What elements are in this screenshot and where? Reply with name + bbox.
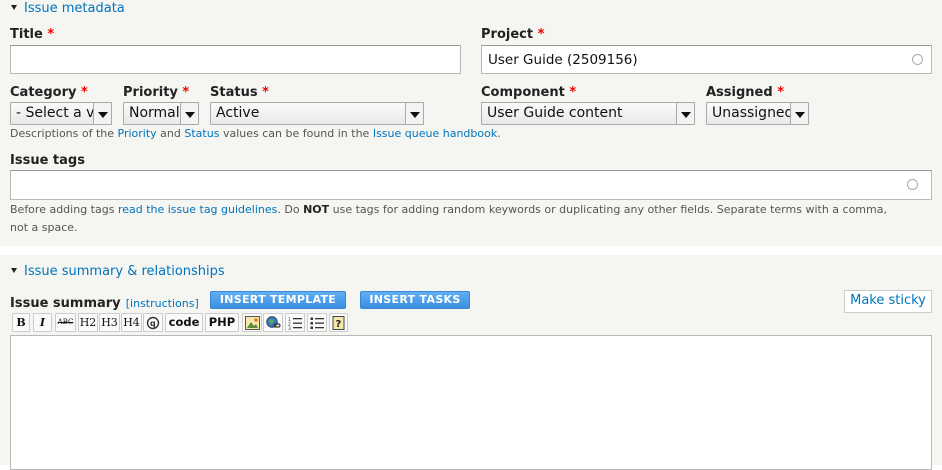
issue-summary-legend[interactable]: Issue summary & relationships: [11, 264, 225, 279]
status-select[interactable]: Active: [210, 102, 424, 125]
chevron-down-icon: [93, 103, 111, 124]
category-label: Category *: [10, 85, 88, 100]
title-label: Title *: [10, 27, 55, 42]
issue-metadata-legend[interactable]: Issue metadata: [11, 1, 125, 16]
bullet-list-icon: [310, 317, 324, 329]
assigned-select[interactable]: Unassigned: [706, 102, 809, 125]
autocomplete-throbber-icon: [907, 179, 918, 190]
ordered-list-button[interactable]: 1 2 3: [285, 313, 305, 332]
status-label: Status *: [210, 85, 269, 100]
priority-status-description: Descriptions of the Priority and Status …: [10, 127, 501, 140]
svg-text:q: q: [150, 319, 156, 328]
component-select[interactable]: User Guide content: [481, 102, 695, 125]
issue-tags-label: Issue tags: [10, 153, 85, 168]
insert-tasks-button[interactable]: INSERT TASKS: [360, 291, 470, 309]
chevron-down-icon: [676, 103, 694, 124]
insert-image-button[interactable]: [242, 313, 262, 332]
component-label: Component *: [481, 85, 577, 100]
h3-button[interactable]: H3: [99, 313, 120, 332]
svg-text:?: ?: [336, 319, 342, 330]
chevron-down-icon: [790, 103, 808, 124]
quote-icon: q: [146, 316, 160, 330]
quote-button[interactable]: q: [143, 313, 163, 332]
italic-button[interactable]: I: [33, 313, 52, 332]
issue-queue-handbook-link[interactable]: Issue queue handbook: [373, 127, 497, 140]
link-globe-icon: [266, 316, 281, 328]
issue-summary-textarea[interactable]: [10, 335, 932, 470]
priority-select[interactable]: Normal: [123, 102, 199, 125]
unordered-list-button[interactable]: [307, 313, 327, 332]
bold-button[interactable]: B: [12, 313, 30, 332]
issue-summary-heading: Issue summary [instructions]: [10, 296, 199, 311]
tag-guidelines-link[interactable]: read the issue tag guidelines: [118, 203, 277, 216]
chevron-down-icon: [180, 103, 198, 124]
insert-template-button[interactable]: INSERT TEMPLATE: [210, 291, 346, 309]
category-select[interactable]: - Select a va: [10, 102, 112, 125]
chevron-down-icon: [405, 103, 423, 124]
php-button[interactable]: PHP: [205, 313, 239, 332]
help-icon: ?: [332, 316, 345, 330]
assigned-label: Assigned *: [706, 85, 785, 100]
ordered-list-icon: 1 2 3: [288, 317, 302, 330]
project-label: Project *: [481, 27, 545, 42]
h2-button[interactable]: H2: [78, 313, 98, 332]
strikethrough-button[interactable]: ABC: [55, 313, 76, 332]
h4-button[interactable]: H4: [121, 313, 142, 332]
image-icon: [245, 316, 260, 330]
issue-tags-help: Before adding tags read the issue tag gu…: [10, 203, 887, 234]
code-button[interactable]: code: [165, 313, 203, 332]
status-link[interactable]: Status: [184, 127, 219, 140]
instructions-link[interactable]: [instructions]: [126, 297, 199, 310]
priority-link[interactable]: Priority: [118, 127, 157, 140]
autocomplete-throbber-icon: [912, 54, 923, 65]
insert-link-button[interactable]: [263, 313, 283, 332]
project-input[interactable]: User Guide (2509156): [481, 45, 932, 74]
collapse-triangle-icon: [11, 5, 17, 10]
make-sticky-button[interactable]: Make sticky: [844, 290, 932, 313]
priority-label: Priority *: [123, 85, 190, 100]
help-button[interactable]: ?: [329, 313, 348, 332]
svg-text:3: 3: [288, 326, 291, 330]
issue-tags-input[interactable]: [10, 170, 932, 200]
collapse-triangle-icon: [11, 268, 17, 273]
title-input[interactable]: [10, 45, 461, 74]
